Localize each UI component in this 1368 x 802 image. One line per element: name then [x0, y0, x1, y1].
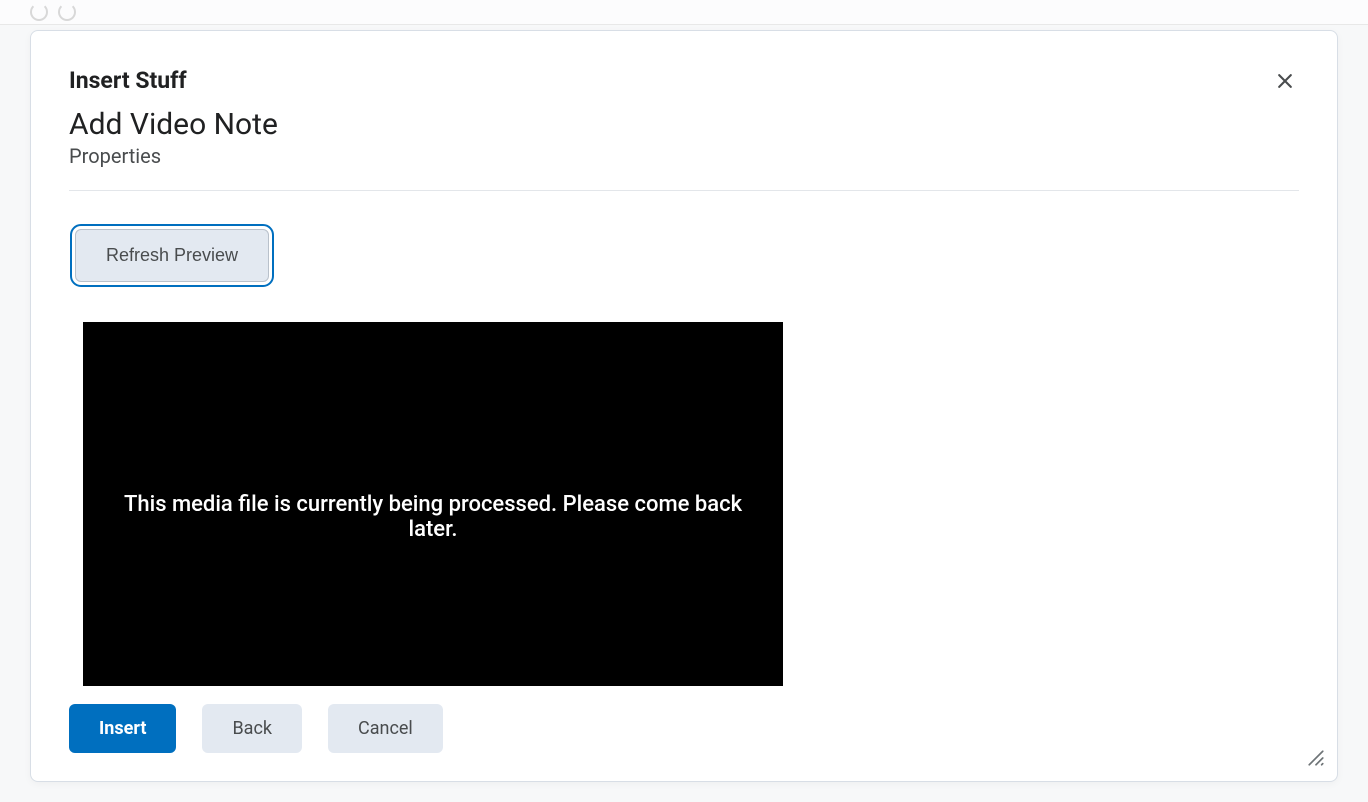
dialog-footer: Insert Back Cancel — [69, 704, 1299, 753]
close-icon — [1275, 71, 1295, 91]
bg-spinner-icon — [30, 3, 48, 21]
refresh-preview-button[interactable]: Refresh Preview — [75, 229, 269, 282]
resize-handle[interactable] — [1307, 749, 1325, 771]
divider — [69, 190, 1299, 191]
content-subtitle: Add Video Note — [69, 107, 1299, 142]
close-button[interactable] — [1271, 67, 1299, 95]
cancel-button[interactable]: Cancel — [328, 704, 443, 753]
dialog-content-scroll[interactable]: Add Video Note Properties Refresh Previe… — [69, 107, 1307, 686]
insert-button[interactable]: Insert — [69, 704, 176, 753]
resize-icon — [1307, 749, 1325, 767]
dialog-header: Insert Stuff — [69, 67, 1299, 95]
background-toolbar — [0, 0, 1368, 25]
video-processing-message: This media file is currently being proce… — [103, 492, 763, 542]
video-preview-area: This media file is currently being proce… — [83, 322, 783, 686]
insert-stuff-dialog: Insert Stuff Add Video Note Properties R… — [30, 30, 1338, 782]
section-label: Properties — [69, 144, 1299, 168]
dialog-title: Insert Stuff — [69, 67, 187, 94]
bg-spinner-icon — [58, 3, 76, 21]
back-button[interactable]: Back — [202, 704, 302, 753]
